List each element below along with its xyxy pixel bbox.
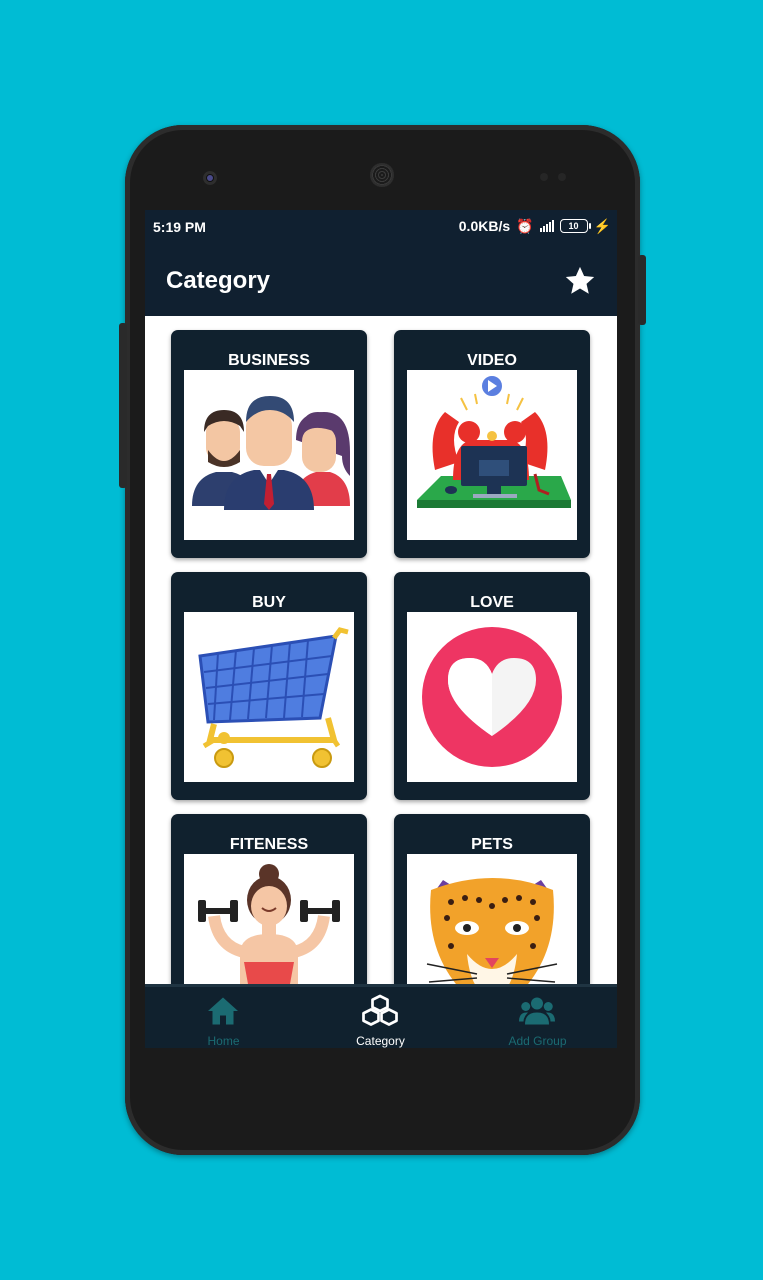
heart-icon <box>422 627 562 767</box>
network-speed: 0.0KB/s <box>458 218 511 234</box>
business-people-icon <box>192 396 350 510</box>
leopard-icon <box>426 878 558 988</box>
pets-image <box>407 854 577 988</box>
nav-category[interactable]: Category <box>302 987 459 1048</box>
category-card-business[interactable]: BUSINESS <box>171 330 367 558</box>
group-icon <box>519 997 555 1025</box>
proximity-sensor <box>540 173 548 181</box>
signal-icon <box>539 220 554 232</box>
front-camera <box>203 171 217 185</box>
fitness-woman-icon <box>198 864 340 988</box>
video-image <box>407 370 577 540</box>
cubes-icon <box>362 994 398 1026</box>
category-grid: BUSINESS VIDEO BUY LOVE FITENESS PETS <box>145 316 617 988</box>
bottom-nav: Home Category Add Group <box>145 984 617 1048</box>
buy-image <box>184 612 354 782</box>
status-time: 5:19 PM <box>153 219 206 235</box>
alarm-icon: ⏰ <box>516 218 534 234</box>
category-label: VIDEO <box>467 352 517 369</box>
app-bar: Category <box>145 244 617 316</box>
video-gaming-icon <box>417 374 571 508</box>
category-label: LOVE <box>470 594 514 611</box>
fitness-image <box>184 854 354 988</box>
category-card-video[interactable]: VIDEO <box>394 330 590 558</box>
home-icon <box>208 997 238 1025</box>
star-icon <box>565 266 595 294</box>
category-label: BUY <box>252 594 286 611</box>
category-label: PETS <box>471 836 513 853</box>
category-card-pets[interactable]: PETS <box>394 814 590 988</box>
category-card-buy[interactable]: BUY <box>171 572 367 800</box>
shopping-cart-icon <box>198 627 349 768</box>
volume-button <box>119 323 127 488</box>
category-label: BUSINESS <box>228 352 310 369</box>
category-card-fitness[interactable]: FITENESS <box>171 814 367 988</box>
charging-icon: ⚡ <box>593 218 611 234</box>
category-label: FITENESS <box>229 836 309 853</box>
category-card-love[interactable]: LOVE <box>394 572 590 800</box>
status-icons: 0.0KB/s ⏰ 10 ⚡ <box>459 218 611 234</box>
nav-home[interactable]: Home <box>145 987 302 1048</box>
nav-category-label: Category <box>356 1034 405 1048</box>
status-bar: 5:19 PM 0.0KB/s ⏰ 10 ⚡ <box>145 210 617 244</box>
love-image <box>407 612 577 782</box>
page-title: Category <box>166 267 271 294</box>
app-screen: 5:19 PM 0.0KB/s ⏰ 10 ⚡ Category BUSINESS <box>145 210 617 1048</box>
nav-home-label: Home <box>207 1034 240 1048</box>
business-image <box>184 370 354 540</box>
light-sensor <box>558 173 566 181</box>
earpiece-speaker <box>370 163 394 187</box>
battery-icon: 10 <box>559 219 591 233</box>
power-button <box>638 255 646 325</box>
nav-add-group[interactable]: Add Group <box>459 987 616 1048</box>
favorites-button[interactable] <box>563 264 597 298</box>
nav-add-group-label: Add Group <box>508 1034 567 1048</box>
